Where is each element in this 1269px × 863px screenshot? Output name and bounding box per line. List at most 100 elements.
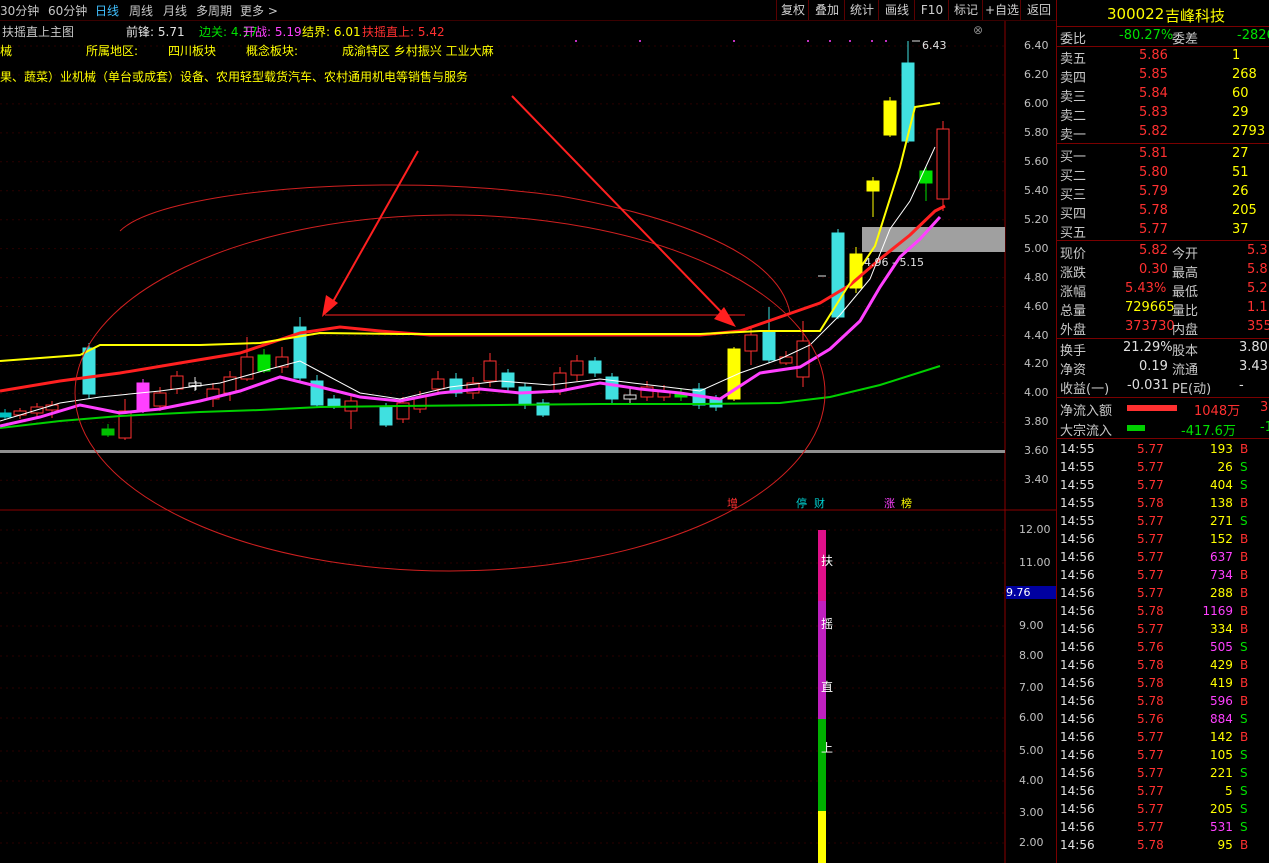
add-watchlist-button[interactable]: +自选 xyxy=(982,0,1021,20)
weibi-row: 委比 -80.27% 委差 -2826 xyxy=(1057,27,1269,47)
tick-volume: 193 xyxy=(1210,442,1233,456)
tick-price: 5.77 xyxy=(1137,622,1164,636)
tick-side: S xyxy=(1240,802,1248,816)
indicator-label: 边关: xyxy=(199,25,228,39)
period-30min[interactable]: 30分钟 xyxy=(0,2,39,19)
tick-time: 14:56 xyxy=(1060,550,1095,564)
bid-volume: 51 xyxy=(1232,165,1249,180)
indicator-label: 结界: xyxy=(302,25,331,39)
divider xyxy=(1057,143,1269,144)
tick-price: 5.78 xyxy=(1137,496,1164,510)
tick-row: 14:55 5.77 193 B xyxy=(1057,441,1269,459)
fund-label: 换手 xyxy=(1060,344,1087,359)
tick-volume: 152 xyxy=(1210,532,1233,546)
period-multi[interactable]: 多周期 xyxy=(196,2,232,19)
candle-body xyxy=(570,360,584,376)
tick-side: S xyxy=(1240,784,1248,798)
tick-time: 14:55 xyxy=(1060,496,1095,510)
ma-white xyxy=(0,146,936,422)
tick-price: 5.77 xyxy=(1137,748,1164,762)
flow-extra: 3 xyxy=(1260,400,1269,415)
ask-price: 5.86 xyxy=(1139,48,1168,63)
quote-value: 35593 xyxy=(1247,319,1269,334)
bid-volume: 26 xyxy=(1232,184,1249,199)
close-icon[interactable]: ⊗ xyxy=(973,23,983,37)
tick-time: 14:56 xyxy=(1060,748,1095,762)
lower-tick-label: 12.00 xyxy=(1019,523,1051,536)
price-tick-label: 4.00 xyxy=(1024,386,1049,400)
tick-side: B xyxy=(1240,568,1249,582)
flow-label: 净流入额 xyxy=(1060,404,1113,419)
bid-price: 5.78 xyxy=(1139,203,1168,218)
price-tick-label: 3.40 xyxy=(1024,473,1049,487)
fund-value: 21.29% xyxy=(1123,340,1173,355)
quote-row: 买一 5.81 27 xyxy=(1057,145,1269,165)
quote-value: 1.1 xyxy=(1247,300,1268,315)
bid-price: 5.77 xyxy=(1139,222,1168,237)
price-tick-label: 6.40 xyxy=(1024,39,1049,52)
price-tick-label: 6.00 xyxy=(1024,96,1049,110)
tick-time: 14:56 xyxy=(1060,730,1095,744)
candle-body xyxy=(936,128,950,200)
tick-row: 14:56 5.78 95 B xyxy=(1057,837,1269,855)
stats-button[interactable]: 统计 xyxy=(844,0,879,20)
chart-area: + 扶摇直上主图 前锋: 5.71 边关: 4.17 开战: 5.19 结界: … xyxy=(0,21,1056,863)
period-more[interactable]: 更多 > xyxy=(240,2,278,19)
tick-price: 5.77 xyxy=(1137,802,1164,816)
mark-button[interactable]: 标记 xyxy=(948,0,983,20)
indicator-value: 5.71 xyxy=(157,25,185,39)
lower-tick-label: 9.00 xyxy=(1019,619,1044,632)
tick-price: 5.78 xyxy=(1137,658,1164,672)
quote-row: 现价 5.82 今开 5.3 xyxy=(1057,242,1269,262)
tick-time: 14:56 xyxy=(1060,784,1095,798)
quote-row: 卖四 5.85 268 xyxy=(1057,66,1269,86)
fuquan-button[interactable]: 复权 xyxy=(776,0,809,20)
back-button[interactable]: 返回 xyxy=(1020,0,1057,20)
range-label: 4.96 - 5.15 xyxy=(864,256,924,269)
candle-body xyxy=(136,382,150,411)
f10-button[interactable]: F10 xyxy=(914,0,949,20)
ask-label: 卖二 xyxy=(1060,109,1087,124)
quote-value: 5.82 xyxy=(1139,243,1168,258)
candle-body xyxy=(883,100,897,136)
overlay-button[interactable]: 叠加 xyxy=(808,0,845,20)
arrow-left xyxy=(329,150,419,308)
lower-tick-label: 6.00 xyxy=(1019,711,1044,724)
tick-row: 14:56 5.77 288 B xyxy=(1057,585,1269,603)
tick-row: 14:55 5.77 271 S xyxy=(1057,513,1269,531)
tick-side: B xyxy=(1240,496,1249,510)
price-tick-label: 5.60 xyxy=(1024,154,1049,168)
lower-tick-label: 4.00 xyxy=(1019,774,1044,787)
tick-price: 5.77 xyxy=(1137,820,1164,834)
candle-body xyxy=(501,372,515,388)
period-60min[interactable]: 60分钟 xyxy=(48,2,87,19)
tick-volume: 429 xyxy=(1210,658,1233,672)
period-weekly[interactable]: 周线 xyxy=(129,2,153,19)
divider xyxy=(1057,397,1269,398)
candle-body xyxy=(327,398,341,407)
candle-body xyxy=(257,354,271,372)
indicator-label: 前锋: xyxy=(126,25,155,39)
ask-label: 卖五 xyxy=(1060,52,1087,67)
lower-tick-label: 8.00 xyxy=(1019,649,1044,662)
tick-side: S xyxy=(1240,478,1248,492)
grid xyxy=(0,45,1005,844)
business-scope: 果、蔬菜）业机械（单台或成套）设备、农用轻型载货汽车、农村通用机电等销售与服务 xyxy=(0,70,469,84)
tick-volume: 334 xyxy=(1210,622,1233,636)
draw-button[interactable]: 画线 xyxy=(878,0,915,20)
tick-row: 14:56 5.77 152 B xyxy=(1057,531,1269,549)
tick-price: 5.77 xyxy=(1137,514,1164,528)
tick-side: B xyxy=(1240,442,1249,456)
period-monthly[interactable]: 月线 xyxy=(163,2,187,19)
flow-bar xyxy=(1127,425,1145,431)
tick-volume: 1169 xyxy=(1202,604,1234,618)
tick-volume: 884 xyxy=(1210,712,1233,726)
tick-row: 14:56 5.76 884 S xyxy=(1057,711,1269,729)
tag-ting: 停 xyxy=(796,497,807,510)
period-daily[interactable]: 日线 xyxy=(95,2,119,19)
dot-marker xyxy=(639,40,641,42)
quote-panel: 300022 吉峰科技 委比 -80.27% 委差 -2826 卖五5.861卖… xyxy=(1056,0,1269,863)
indicator-kaizhan: 开战: 5.19 xyxy=(243,23,302,40)
tick-side: B xyxy=(1240,532,1249,546)
candles: + xyxy=(0,41,950,440)
